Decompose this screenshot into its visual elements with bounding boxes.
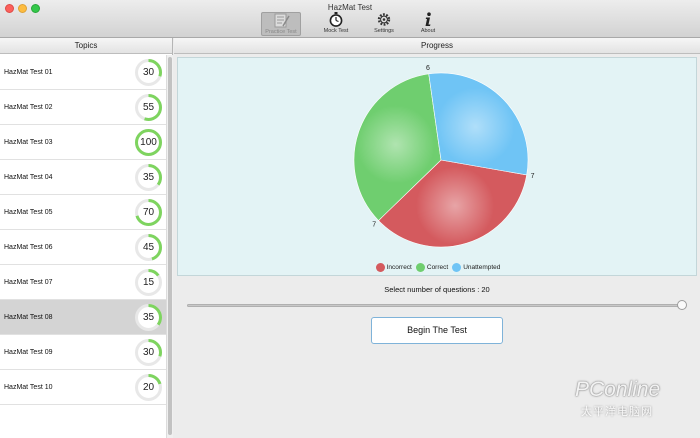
legend-item-incorrect: Incorrect xyxy=(375,263,412,272)
topic-name: HazMat Test 04 xyxy=(4,174,53,181)
gear-icon xyxy=(377,13,391,26)
pie-value-label: 7 xyxy=(372,222,376,229)
watermark-text: PConline xyxy=(575,378,661,401)
toolbar-settings[interactable]: Settings xyxy=(364,12,404,36)
topic-name: HazMat Test 02 xyxy=(4,104,53,111)
topic-row[interactable]: HazMat Test 04 35 xyxy=(0,160,166,195)
topic-row[interactable]: HazMat Test 10 20 xyxy=(0,370,166,405)
topic-percent: 55 xyxy=(142,102,155,113)
topic-name: HazMat Test 08 xyxy=(4,314,53,321)
topics-scrollbar[interactable] xyxy=(166,55,173,438)
window-title: HazMat Test xyxy=(327,3,373,12)
topic-name: HazMat Test 01 xyxy=(4,69,53,76)
pie-slice-highlight xyxy=(356,105,435,184)
topic-percent: 100 xyxy=(140,137,157,148)
topic-percent: 20 xyxy=(142,382,155,393)
legend-label: Incorrect xyxy=(386,264,412,271)
topic-row[interactable]: HazMat Test 09 30 xyxy=(0,335,166,370)
pie-slice-highlight xyxy=(415,166,495,245)
toolbar-practice-test[interactable]: Practice Test xyxy=(261,12,301,36)
pie-value-label: 7 xyxy=(531,173,535,180)
toolbar-item-label: Mock Test xyxy=(323,28,349,34)
legend-label: Correct xyxy=(426,264,449,271)
legend-swatch xyxy=(415,263,425,272)
topic-name: HazMat Test 03 xyxy=(4,139,53,146)
legend-label: Unattempted xyxy=(463,264,501,271)
toolbar-item-label: Settings xyxy=(374,28,394,34)
topic-name: HazMat Test 10 xyxy=(4,384,53,391)
chart-legend: Incorrect Correct Unattempted xyxy=(178,263,698,272)
topic-name: HazMat Test 06 xyxy=(4,244,53,251)
question-count-slider[interactable] xyxy=(187,304,683,307)
topic-row[interactable]: HazMat Test 01 30 xyxy=(0,55,166,90)
toolbar-item-label: Practice Test xyxy=(265,29,297,35)
toolbar-item-label: About xyxy=(420,28,436,34)
topic-percent: 45 xyxy=(142,242,155,253)
topic-name: HazMat Test 09 xyxy=(4,349,53,356)
toolbar-mock-test[interactable]: Mock Test xyxy=(316,12,356,36)
topic-percent: 15 xyxy=(142,277,155,288)
toolbar-about[interactable]: About xyxy=(408,12,448,36)
topic-percent: 35 xyxy=(142,172,155,183)
topic-percent: 30 xyxy=(142,67,155,78)
begin-test-button[interactable]: Begin The Test xyxy=(371,317,503,344)
topic-percent: 35 xyxy=(142,312,155,323)
topic-name: HazMat Test 07 xyxy=(4,279,53,286)
topic-row[interactable]: HazMat Test 02 55 xyxy=(0,90,166,125)
slider-knob[interactable] xyxy=(677,300,687,310)
legend-swatch xyxy=(375,263,385,272)
title-bar: HazMat Test Practice Test Mock Test Sett… xyxy=(0,0,700,38)
pie-value-label: 6 xyxy=(426,65,430,72)
topics-panel: Topics HazMat Test 01 30 HazMat Test 02 55 H… xyxy=(0,38,173,438)
legend-item-correct: Correct xyxy=(415,263,449,272)
progress-chart: 7 7 6 Incorrect Correct Unattempted xyxy=(177,57,697,276)
legend-item-unattempted: Unattempted xyxy=(452,263,500,272)
topic-row[interactable]: HazMat Test 05 70 xyxy=(0,195,166,230)
scrollbar-thumb[interactable] xyxy=(168,57,172,435)
info-icon xyxy=(425,12,431,26)
topics-header: Topics xyxy=(0,38,172,54)
topic-row[interactable]: HazMat Test 06 45 xyxy=(0,230,166,265)
topic-row[interactable]: HazMat Test 03 100 xyxy=(0,125,166,160)
pie-slice-highlight xyxy=(436,87,515,166)
question-count-label: Select number of questions : 20 xyxy=(174,285,700,294)
topic-row[interactable]: HazMat Test 08 35 xyxy=(0,300,166,335)
topic-name: HazMat Test 05 xyxy=(4,209,53,216)
progress-header: Progress xyxy=(174,38,700,54)
topic-percent: 70 xyxy=(142,207,155,218)
topic-row[interactable]: HazMat Test 07 15 xyxy=(0,265,166,300)
topic-list: HazMat Test 01 30 HazMat Test 02 55 HazMat T… xyxy=(0,55,166,405)
practice-test-icon xyxy=(274,13,290,28)
legend-swatch xyxy=(452,263,462,272)
topic-percent: 30 xyxy=(142,347,155,358)
watermark: PConline 太平洋电脑网 xyxy=(563,378,693,434)
watermark-subtext: 太平洋电脑网 xyxy=(581,406,653,418)
stopwatch-icon xyxy=(329,12,343,27)
pie-chart: 7 7 6 xyxy=(353,65,535,248)
question-count-text: Select number of questions : 20 xyxy=(384,285,490,294)
